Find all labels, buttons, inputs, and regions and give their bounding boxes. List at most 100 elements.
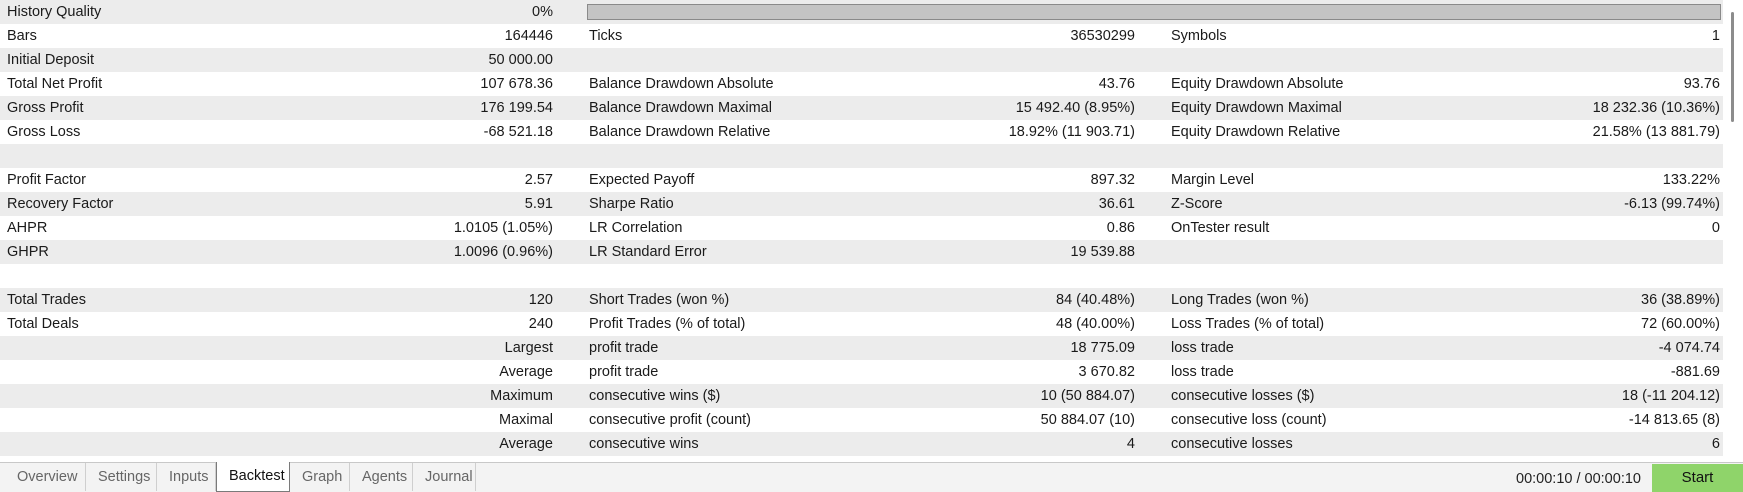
stat-value: Maximum <box>490 388 553 404</box>
stat-value: 1.0105 (1.05%) <box>453 220 553 236</box>
stat-label: GHPR <box>7 244 49 260</box>
vertical-scrollbar[interactable] <box>1723 0 1743 456</box>
stat-value: Maximal <box>499 412 553 428</box>
stat-value: 0 <box>1711 220 1720 236</box>
stat-label: consecutive wins <box>589 436 699 452</box>
tab-backtest[interactable]: Backtest <box>216 462 290 492</box>
stat-value: 133.22% <box>1662 172 1720 188</box>
stat-label: Total Net Profit <box>7 76 103 92</box>
stat-label: Expected Payoff <box>589 172 695 188</box>
stat-value: 72 (60.00%) <box>1641 316 1720 332</box>
stat-label: Sharpe Ratio <box>589 196 674 212</box>
tab-overview[interactable]: Overview <box>5 463 86 491</box>
stat-value: 21.58% (13 881.79) <box>1592 124 1720 140</box>
stat-value: 240 <box>528 316 553 332</box>
stat-value: 36530299 <box>1070 28 1135 44</box>
stat-label: OnTester result <box>1171 220 1270 236</box>
stat-value: Largest <box>504 340 553 356</box>
report-row: Profit Factor 2.57 Expected Payoff 897.32 Ma… <box>0 168 1723 192</box>
report-row: Total Trades 120 Short Trades (won %) 84 (4… <box>0 288 1723 312</box>
stat-value: 107 678.36 <box>480 76 553 92</box>
tab-agents[interactable]: Agents <box>350 463 413 491</box>
report-row: Gross Profit 176 199.54 Balance Drawdown M… <box>0 96 1723 120</box>
stat-label: consecutive profit (count) <box>589 412 751 428</box>
stat-label: LR Correlation <box>589 220 683 236</box>
start-button[interactable]: Start <box>1652 464 1743 492</box>
stat-value: 50 000.00 <box>488 52 553 68</box>
stat-value: 15 492.40 (8.95%) <box>1015 100 1135 116</box>
stat-value: 176 199.54 <box>480 100 553 116</box>
stat-label: consecutive losses ($) <box>1171 388 1315 404</box>
stat-label: AHPR <box>7 220 48 236</box>
report-row-history-quality: History Quality 0% <box>0 0 1723 24</box>
stat-label: Initial Deposit <box>7 52 95 68</box>
stat-label: loss trade <box>1171 340 1234 356</box>
stat-label: Recovery Factor <box>7 196 114 212</box>
scrollbar-thumb[interactable] <box>1731 12 1734 122</box>
stat-value: 93.76 <box>1683 76 1720 92</box>
backtest-report: History Quality 0% Bars 164446 Ticks 365302… <box>0 0 1723 456</box>
stat-value: 36.61 <box>1098 196 1135 212</box>
stat-label: Loss Trades (% of total) <box>1171 316 1325 332</box>
elapsed-timer: 00:00:10 / 00:00:10 <box>1516 471 1641 487</box>
stat-value: 2.57 <box>524 172 553 188</box>
report-row: GHPR 1.0096 (0.96%) LR Standard Error 19 53… <box>0 240 1723 264</box>
stat-label: Total Deals <box>7 316 79 332</box>
stat-value: 120 <box>528 292 553 308</box>
stat-value: -881.69 <box>1670 364 1720 380</box>
stat-label: Short Trades (won %) <box>589 292 730 308</box>
stat-label: consecutive wins ($) <box>589 388 721 404</box>
stat-value: 18 (-11 204.12) <box>1621 388 1720 404</box>
stat-label: Gross Profit <box>7 100 84 116</box>
stat-label: profit trade <box>589 364 659 380</box>
tab-settings[interactable]: Settings <box>86 463 157 491</box>
stat-label: Z-Score <box>1171 196 1223 212</box>
report-row <box>0 264 1723 288</box>
tab-journal[interactable]: Journal <box>413 463 476 491</box>
stat-value: 897.32 <box>1090 172 1135 188</box>
stat-label: Profit Factor <box>7 172 86 188</box>
stat-label: Margin Level <box>1171 172 1255 188</box>
stat-value: 18.92% (11 903.71) <box>1008 124 1135 140</box>
report-row: Largest profit trade 18 775.09 loss trade -4… <box>0 336 1723 360</box>
stat-value: 4 <box>1126 436 1135 452</box>
stat-value: -14 813.65 (8) <box>1628 412 1720 428</box>
report-row: Gross Loss -68 521.18 Balance Drawdown Rel… <box>0 120 1723 144</box>
stat-value: 1.0096 (0.96%) <box>453 244 553 260</box>
history-quality-label: History Quality <box>7 4 102 20</box>
stat-label: LR Standard Error <box>589 244 707 260</box>
tab-graph[interactable]: Graph <box>290 463 350 491</box>
stat-label: consecutive losses <box>1171 436 1293 452</box>
stat-label: Balance Drawdown Absolute <box>589 76 774 92</box>
stat-value: 164446 <box>504 28 553 44</box>
stat-label: Bars <box>7 28 37 44</box>
stat-value: 5.91 <box>524 196 553 212</box>
stat-label: Balance Drawdown Maximal <box>589 100 772 116</box>
stat-value: 18 775.09 <box>1070 340 1135 356</box>
stat-label: Equity Drawdown Relative <box>1171 124 1341 140</box>
stat-label: Equity Drawdown Absolute <box>1171 76 1344 92</box>
stat-value: 6 <box>1711 436 1720 452</box>
stat-label: profit trade <box>589 340 659 356</box>
report-row: Initial Deposit 50 000.00 <box>0 48 1723 72</box>
report-row: Average consecutive wins 4 consecutive loss… <box>0 432 1723 456</box>
stat-value: 84 (40.48%) <box>1056 292 1135 308</box>
report-rows: Bars 164446 Ticks 36530299 Symbols 1 Initial D… <box>0 24 1723 456</box>
report-row: Maximal consecutive profit (count) 50 884.… <box>0 408 1723 432</box>
stat-value: 48 (40.00%) <box>1056 316 1135 332</box>
stat-label: Balance Drawdown Relative <box>589 124 771 140</box>
report-row: AHPR 1.0105 (1.05%) LR Correlation 0.86 OnTe… <box>0 216 1723 240</box>
stat-value: 18 232.36 (10.36%) <box>1592 100 1720 116</box>
stat-label: Symbols <box>1171 28 1227 44</box>
report-row: Total Net Profit 107 678.36 Balance Drawdo… <box>0 72 1723 96</box>
stat-value: Average <box>499 364 553 380</box>
report-row: Average profit trade 3 670.82 loss trade -88… <box>0 360 1723 384</box>
stat-label: consecutive loss (count) <box>1171 412 1327 428</box>
stat-value: -68 521.18 <box>483 124 553 140</box>
report-row: Total Deals 240 Profit Trades (% of total)… <box>0 312 1723 336</box>
tab-inputs[interactable]: Inputs <box>157 463 216 491</box>
stat-label: Total Trades <box>7 292 86 308</box>
stat-value: 3 670.82 <box>1078 364 1135 380</box>
stat-label: Long Trades (won %) <box>1171 292 1309 308</box>
stat-label: Gross Loss <box>7 124 81 140</box>
